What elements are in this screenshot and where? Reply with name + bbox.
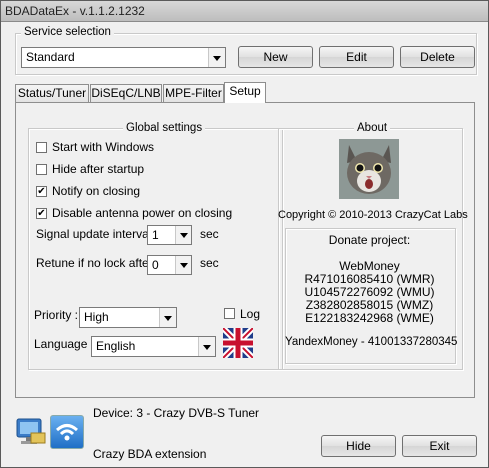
chevron-down-icon — [175, 256, 191, 274]
extension-label: Crazy BDA extension — [93, 447, 207, 461]
retune-unit: sec — [200, 256, 219, 270]
notify-on-closing-checkbox[interactable]: ✔ — [36, 186, 47, 197]
webmoney-wmz: Z382802858015 (WMZ) — [305, 298, 434, 312]
log-checkbox[interactable] — [224, 308, 235, 319]
new-button[interactable]: New — [238, 46, 313, 68]
webmoney-wme: E122183242968 (WME) — [305, 311, 434, 325]
retune-select[interactable]: 0 — [147, 255, 192, 275]
tab-status-tuner[interactable]: Status/Tuner — [15, 84, 89, 102]
retune-label: Retune if no lock after — [36, 256, 153, 270]
app-window: BDADataEx - v.1.1.2.1232 Service selecti… — [0, 0, 489, 468]
chevron-down-icon — [175, 226, 191, 244]
webmoney-title: WebMoney — [339, 259, 400, 273]
disable-antenna-power-label: Disable antenna power on closing — [52, 206, 233, 220]
language-select[interactable]: English — [91, 336, 216, 357]
priority-label: Priority : — [34, 308, 79, 322]
setup-tab-panel: Global settings Start with Windows Hide … — [15, 102, 475, 398]
webmoney-wmr: R471016085410 (WMR) — [304, 272, 435, 286]
title-bar[interactable]: BDADataEx - v.1.1.2.1232 — [1, 1, 488, 22]
service-selection-label: Service selection — [21, 26, 114, 38]
webmoney-wmu: U104572276092 (WMU) — [304, 285, 435, 299]
hide-after-startup-checkbox[interactable] — [36, 164, 47, 175]
notify-on-closing-label: Notify on closing — [52, 184, 141, 198]
donate-title: Donate project: — [328, 233, 411, 247]
retune-value: 0 — [152, 258, 159, 272]
edit-button[interactable]: Edit — [319, 46, 394, 68]
tab-diseqc-lnb[interactable]: DiSEqC/LNB — [90, 84, 162, 102]
signal-update-unit: sec — [200, 227, 219, 241]
hide-after-startup-label: Hide after startup — [52, 162, 145, 176]
chevron-down-icon — [198, 337, 215, 356]
start-with-windows-label: Start with Windows — [52, 140, 155, 154]
delete-button[interactable]: Delete — [400, 46, 475, 68]
hide-button[interactable]: Hide — [321, 435, 396, 457]
tab-setup[interactable]: Setup — [224, 82, 266, 103]
signal-update-select[interactable]: 1 — [147, 225, 192, 245]
device-label: Device: 3 - Crazy DVB-S Tuner — [93, 406, 260, 420]
signal-update-value: 1 — [152, 228, 159, 242]
chevron-down-icon — [159, 308, 176, 327]
network-computer-icon — [15, 415, 47, 449]
yandex-money: YandexMoney - 41001337280345 — [285, 336, 458, 348]
service-select[interactable]: Standard — [21, 47, 226, 68]
about-label: About — [354, 122, 391, 134]
uk-flag-icon[interactable] — [220, 325, 256, 361]
disable-antenna-power-checkbox[interactable]: ✔ — [36, 208, 47, 219]
exit-button[interactable]: Exit — [402, 435, 477, 457]
global-settings-label: Global settings — [123, 122, 206, 134]
copyright-text: Copyright © 2010-2013 CrazyCat Labs — [278, 209, 468, 221]
language-label: Language : — [34, 337, 95, 351]
window-title: BDADataEx - v.1.1.2.1232 — [5, 4, 145, 18]
log-label: Log — [240, 307, 261, 321]
tab-mpe-filter[interactable]: MPE-Filter — [163, 84, 224, 102]
service-selected-value: Standard — [26, 50, 75, 64]
priority-value: High — [84, 310, 109, 324]
signal-update-label: Signal update interval — [36, 227, 152, 241]
priority-select[interactable]: High — [79, 307, 177, 328]
start-with-windows-checkbox[interactable] — [36, 142, 47, 153]
language-value: English — [96, 339, 136, 353]
chevron-down-icon — [208, 48, 225, 67]
wifi-signal-icon[interactable] — [50, 415, 84, 449]
cat-logo — [339, 139, 399, 199]
